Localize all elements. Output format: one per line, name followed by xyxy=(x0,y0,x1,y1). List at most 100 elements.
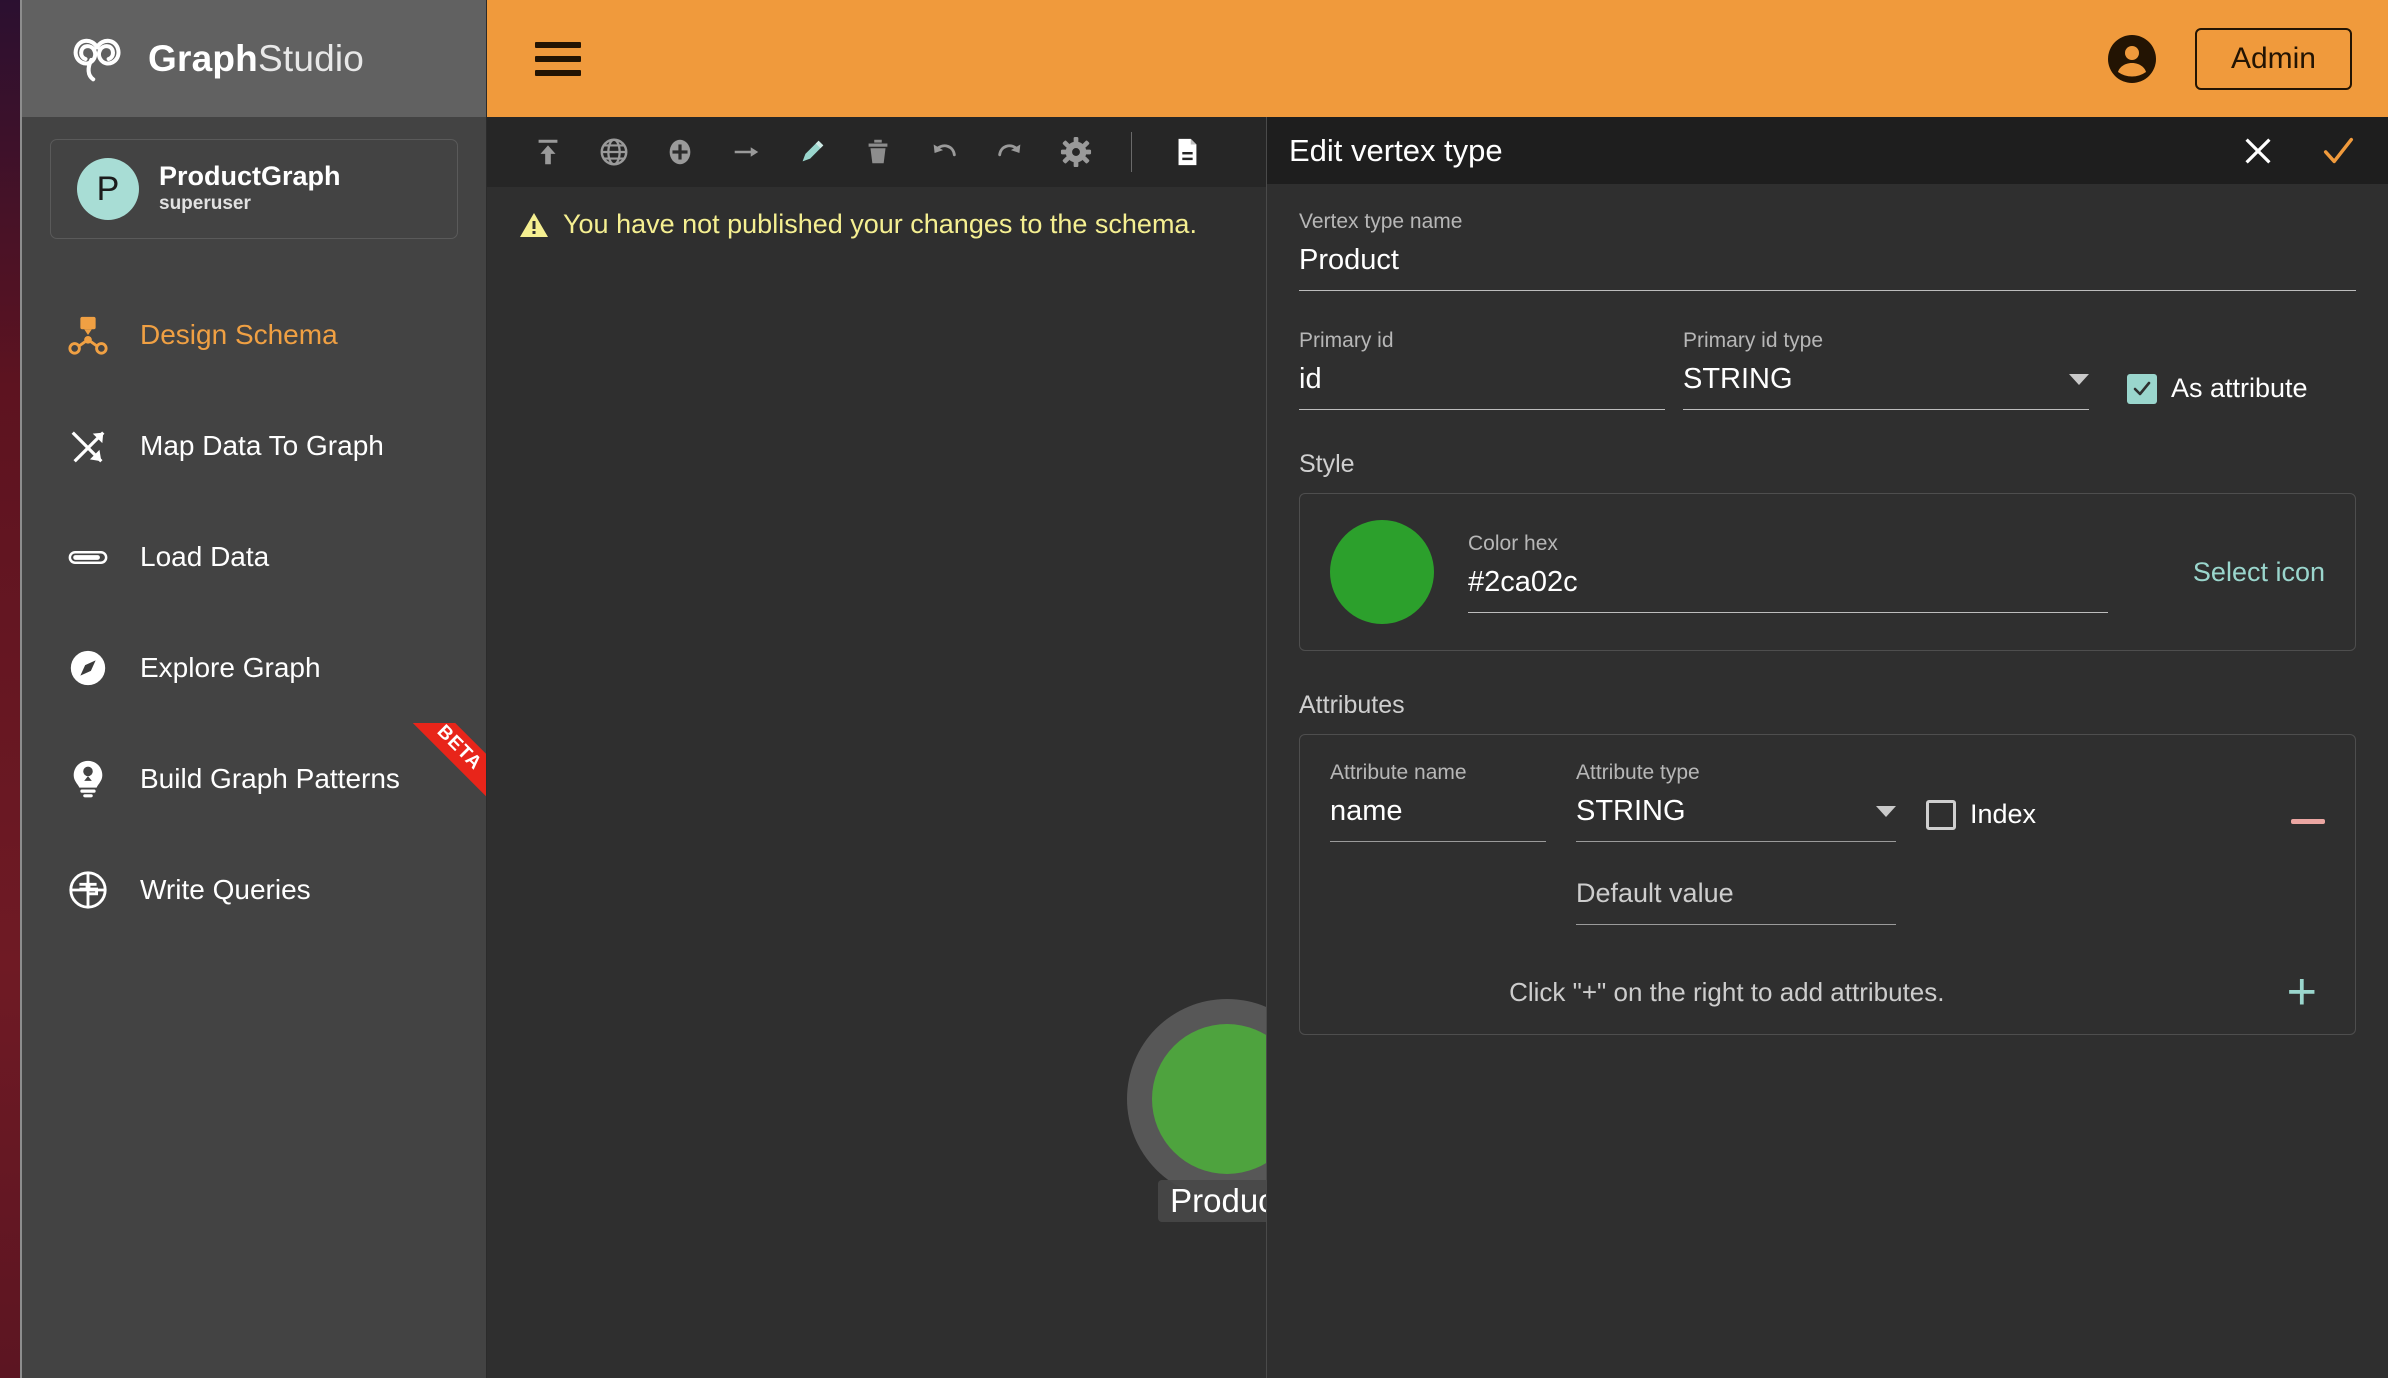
graph-role: superuser xyxy=(159,193,251,215)
sidebar-item-label: Design Schema xyxy=(140,318,338,350)
sidebar-item-label: Map Data To Graph xyxy=(140,429,384,461)
main-region: Admin You have not published your change… xyxy=(487,0,2388,1378)
as-attribute-checkbox[interactable]: As attribute xyxy=(2127,373,2308,404)
primary-id-type-value: STRING xyxy=(1683,363,1793,395)
desktop-background-strip xyxy=(0,0,22,1378)
color-hex-label: Color hex xyxy=(1468,531,1558,555)
add-attribute-icon[interactable]: + xyxy=(2287,966,2317,1018)
edit-pencil-icon[interactable] xyxy=(779,119,845,185)
avatar: P xyxy=(77,158,139,220)
progress-bar-icon xyxy=(66,535,110,579)
brand-header[interactable]: GraphStudio xyxy=(22,0,486,117)
query-circle-icon xyxy=(66,868,110,912)
sidebar: GraphStudio P ProductGraph superuser Des… xyxy=(22,0,487,1378)
schema-canvas[interactable]: You have not published your changes to t… xyxy=(487,187,1266,1378)
default-value-input[interactable]: Default value xyxy=(1576,878,1896,916)
attribute-type-select[interactable]: Attribute type STRING xyxy=(1576,761,1896,842)
account-circle-icon[interactable] xyxy=(2107,34,2157,84)
confirm-check-icon[interactable] xyxy=(2316,129,2360,173)
default-value-field[interactable]: Default value xyxy=(1330,878,2325,925)
application-root: GraphStudio P ProductGraph superuser Des… xyxy=(0,0,2388,1378)
hamburger-menu-icon[interactable] xyxy=(535,41,581,76)
primary-id-type-select[interactable]: Primary id type STRING xyxy=(1683,329,2089,410)
attribute-type-value-row: STRING xyxy=(1576,795,1896,833)
sidebar-item-label: Write Queries xyxy=(140,873,311,905)
add-vertex-icon[interactable] xyxy=(647,119,713,185)
attributes-group: Attribute name name Attribute type STRIN… xyxy=(1299,734,2356,1036)
style-section-title: Style xyxy=(1299,450,1355,478)
sidebar-item-explore-graph[interactable]: Explore Graph xyxy=(22,612,486,723)
sidebar-item-build-graph-patterns[interactable]: Build Graph Patterns BETA xyxy=(22,723,486,834)
sidebar-item-label: Build Graph Patterns xyxy=(140,762,400,794)
as-attribute-label: As attribute xyxy=(2171,373,2308,403)
publish-schema-icon[interactable] xyxy=(515,119,581,185)
close-x-icon[interactable] xyxy=(2236,129,2280,173)
sidebar-item-load-data[interactable]: Load Data xyxy=(22,501,486,612)
brand-title-bold: Graph xyxy=(148,37,258,79)
remove-attribute-icon[interactable] xyxy=(2291,819,2325,824)
unpublished-warning: You have not published your changes to t… xyxy=(519,209,1197,240)
schema-canvas-column: You have not published your changes to t… xyxy=(487,117,1266,1378)
color-hex-field[interactable]: Color hex #2ca02c xyxy=(1468,532,2108,613)
vertex-node-product[interactable]: Product xyxy=(1127,999,1266,1222)
document-icon[interactable] xyxy=(1154,119,1220,185)
graph-meta: ProductGraph superuser xyxy=(159,161,341,217)
color-swatch[interactable] xyxy=(1330,520,1434,624)
style-group: Color hex #2ca02c Select icon xyxy=(1299,493,2356,651)
primary-id-type-label: Primary id type xyxy=(1683,329,1824,352)
select-icon-link[interactable]: Select icon xyxy=(2193,557,2325,588)
delete-trash-icon[interactable] xyxy=(845,119,911,185)
vertex-circle xyxy=(1152,1024,1266,1174)
sidebar-item-label: Explore Graph xyxy=(140,651,321,683)
primary-id-input[interactable]: id xyxy=(1299,363,1665,401)
settings-gear-icon[interactable] xyxy=(1043,119,1109,185)
chevron-down-icon xyxy=(1876,805,1896,817)
primary-id-type-value-row: STRING xyxy=(1683,363,2089,401)
workspace: You have not published your changes to t… xyxy=(487,117,2388,1378)
graph-selector-card[interactable]: P ProductGraph superuser xyxy=(50,139,458,239)
globe-icon[interactable] xyxy=(581,119,647,185)
field-underline xyxy=(1299,409,1665,410)
vertex-label: Product xyxy=(1158,1180,1266,1222)
primary-id-field[interactable]: Primary id id xyxy=(1299,329,1665,410)
index-label: Index xyxy=(1970,799,2037,829)
sidebar-item-design-schema[interactable]: Design Schema xyxy=(22,279,486,390)
add-edge-icon[interactable] xyxy=(713,119,779,185)
shuffle-arrows-icon xyxy=(66,424,110,468)
index-checkbox[interactable]: Index xyxy=(1926,799,2036,830)
lightbulb-icon xyxy=(66,757,110,801)
page-title: Edit vertex type xyxy=(1289,132,1503,168)
sidebar-nav: Design Schema Map Data To Graph Load Dat… xyxy=(22,279,486,945)
checkbox-unchecked-icon xyxy=(1926,799,1956,830)
vertex-type-name-input[interactable]: Product xyxy=(1299,244,2356,282)
redo-icon[interactable] xyxy=(977,119,1043,185)
panel-header-actions xyxy=(2236,129,2360,173)
attribute-type-value: STRING xyxy=(1576,795,1686,827)
default-value-inner: Default value xyxy=(1576,878,1896,925)
panel-body: Vertex type name Product Primary id id P… xyxy=(1267,184,2388,1036)
status-badge: BETA xyxy=(395,723,486,812)
attribute-name-input[interactable]: name xyxy=(1330,795,1546,833)
primary-id-label: Primary id xyxy=(1299,329,1394,352)
attributes-section-title: Attributes xyxy=(1299,691,1405,719)
attribute-name-label: Attribute name xyxy=(1330,761,1467,784)
edit-vertex-type-panel: Edit vertex type Vertex type name Produc… xyxy=(1266,117,2388,1378)
panel-header: Edit vertex type xyxy=(1267,117,2388,184)
attribute-type-label: Attribute type xyxy=(1576,761,1700,784)
vertex-type-name-field[interactable]: Vertex type name Product xyxy=(1299,210,2356,291)
top-header-right: Admin xyxy=(2107,27,2352,90)
schema-graph-icon xyxy=(66,313,110,357)
field-underline xyxy=(1683,409,2089,410)
sidebar-item-write-queries[interactable]: Write Queries xyxy=(22,834,486,945)
color-hex-input[interactable]: #2ca02c xyxy=(1468,566,2108,604)
undo-icon[interactable] xyxy=(911,119,977,185)
schema-toolbar xyxy=(487,117,1266,187)
vertex-selection-ring xyxy=(1127,999,1266,1199)
add-attribute-row: Click "+" on the right to add attributes… xyxy=(1330,966,2325,1018)
admin-button[interactable]: Admin xyxy=(2194,27,2352,90)
unpublished-warning-text: You have not published your changes to t… xyxy=(563,209,1197,239)
sidebar-item-map-data-to-graph[interactable]: Map Data To Graph xyxy=(22,390,486,501)
field-underline xyxy=(1299,290,2356,291)
add-attribute-hint: Click "+" on the right to add attributes… xyxy=(1509,977,1945,1008)
attribute-name-field[interactable]: Attribute name name xyxy=(1330,761,1546,842)
